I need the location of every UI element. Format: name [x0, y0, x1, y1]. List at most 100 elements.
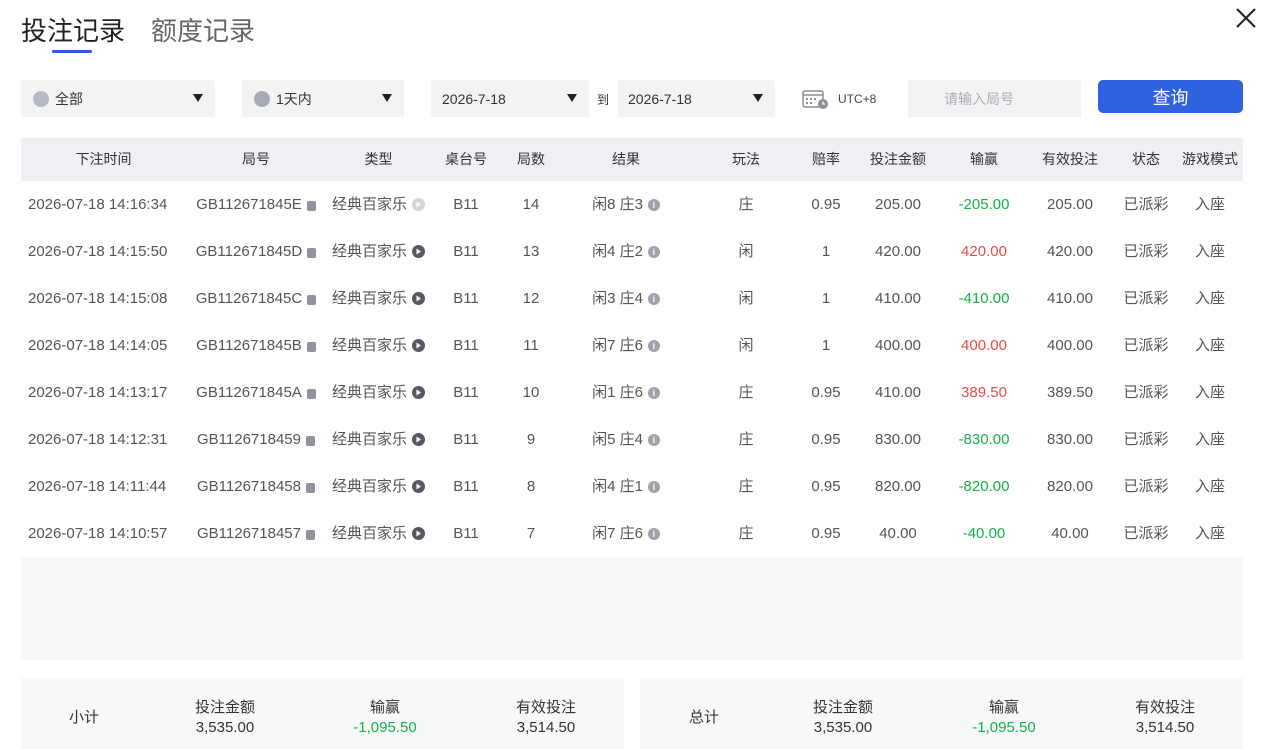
round-number-text: GB112671845B	[196, 337, 302, 354]
tab-bet-records[interactable]: 投注记录	[21, 14, 126, 53]
cell-table: B11	[453, 431, 479, 448]
play-replay-icon[interactable]	[412, 198, 425, 211]
subtotal-winloss-value: -1,095.50	[353, 719, 417, 736]
timezone-selector[interactable]: UTC+8	[802, 88, 876, 110]
info-icon[interactable]: i	[647, 480, 660, 493]
cell-num: 7	[526, 525, 536, 542]
info-icon[interactable]: i	[647, 339, 660, 352]
close-button[interactable]	[1234, 6, 1258, 30]
cell-winloss: 389.50	[961, 384, 1007, 401]
info-icon[interactable]: i	[647, 245, 660, 258]
cell-winloss: -820.00	[958, 478, 1010, 495]
cell-amount: 40.00	[879, 525, 917, 542]
chevron-down-icon	[193, 94, 203, 102]
play-replay-icon[interactable]	[412, 480, 425, 493]
cell-amount: 420.00	[875, 243, 921, 260]
cell-game-type: 经典百家乐	[326, 181, 431, 228]
time-range-select[interactable]: 1天内	[242, 80, 404, 117]
cell-round-number: GB112671845E	[186, 181, 326, 228]
copy-icon[interactable]	[306, 200, 316, 211]
copy-icon[interactable]	[307, 247, 317, 258]
table-header: 下注时间 局号 类型 桌台号 局数 结果 玩法 赔率 投注金额 输赢 有效投注 …	[21, 138, 1243, 181]
result-text: 闲4 庄1	[592, 478, 643, 495]
info-icon[interactable]: i	[647, 527, 660, 540]
cell-game-type: 经典百家乐	[326, 275, 431, 322]
cell-odds: 0.95	[811, 384, 841, 401]
cell-valid: 400.00	[1047, 337, 1093, 354]
cell-winloss: -830.00	[958, 431, 1010, 448]
round-number-text: GB1126718459	[197, 431, 301, 448]
tab-credit-records-label: 额度记录	[151, 16, 256, 46]
play-replay-icon[interactable]	[412, 339, 425, 352]
date-from-select[interactable]: 2026-7-18	[431, 80, 589, 117]
subtotal-label: 小计	[69, 709, 100, 726]
copy-icon[interactable]	[307, 294, 317, 305]
cell-status: 已派彩	[1123, 243, 1169, 260]
column-header-amount: 投注金额	[870, 151, 926, 167]
copy-icon[interactable]	[306, 388, 316, 399]
cell-result: 闲7 庄6 i	[561, 322, 691, 369]
cell-result: 闲7 庄6 i	[561, 510, 691, 557]
cell-num: 13	[522, 243, 540, 260]
game-type-text: 经典百家乐	[331, 243, 407, 260]
column-header-time: 下注时间	[75, 151, 132, 167]
total-amount: 投注金额 3,535.00	[783, 696, 903, 736]
column-header-round-count: 局数	[517, 151, 545, 167]
total-winloss: 输赢 -1,095.50	[944, 696, 1064, 736]
cell-status: 已派彩	[1123, 431, 1169, 448]
cell-bet: 闲	[738, 243, 754, 260]
tab-bet-records-label: 投注记录	[21, 16, 126, 46]
cell-game-type: 经典百家乐	[326, 322, 431, 369]
cell-status: 已派彩	[1123, 196, 1169, 213]
subtotal-valid: 有效投注 3,514.50	[486, 696, 606, 736]
cell-result: 闲5 庄4 i	[561, 416, 691, 463]
query-button[interactable]: 查询	[1098, 80, 1243, 113]
total-amount-label: 投注金额	[812, 699, 873, 716]
cell-amount: 400.00	[875, 337, 921, 354]
total-valid: 有效投注 3,514.50	[1105, 696, 1225, 736]
result-text: 闲8 庄3	[592, 196, 643, 213]
table-row: 2026-07-18 14:15:50 GB112671845D 经典百家乐 B11 1…	[21, 228, 1243, 275]
tab-credit-records[interactable]: 额度记录	[151, 14, 255, 48]
play-replay-icon[interactable]	[412, 527, 425, 540]
subtotal-winloss: 输赢 -1,095.50	[325, 696, 445, 736]
copy-icon[interactable]	[305, 529, 315, 540]
table-row: 2026-07-18 14:10:57 GB1126718457 经典百家乐 B11 7…	[21, 510, 1243, 557]
cell-table: B11	[453, 196, 479, 213]
cell-bet-time: 2026-07-18 14:12:31	[28, 431, 168, 448]
cell-winloss: -205.00	[958, 196, 1010, 213]
play-replay-icon[interactable]	[412, 433, 425, 446]
cell-table: B11	[453, 337, 479, 354]
column-header-result: 结果	[612, 151, 640, 167]
cell-result: 闲8 庄3 i	[561, 181, 691, 228]
cell-bet: 闲	[738, 337, 754, 354]
info-icon[interactable]: i	[647, 292, 660, 305]
cell-table: B11	[453, 478, 479, 495]
info-icon[interactable]: i	[647, 386, 660, 399]
cell-status: 已派彩	[1123, 337, 1169, 354]
play-replay-icon[interactable]	[412, 292, 425, 305]
info-icon[interactable]: i	[647, 433, 660, 446]
game-type-text: 经典百家乐	[331, 525, 407, 542]
cell-num: 14	[522, 196, 540, 213]
result-text: 闲1 庄6	[592, 384, 643, 401]
copy-icon[interactable]	[306, 341, 316, 352]
cell-mode: 入座	[1194, 196, 1225, 213]
game-type-select[interactable]: 全部	[21, 80, 215, 117]
subtotal-valid-value: 3,514.50	[516, 719, 576, 736]
play-replay-icon[interactable]	[412, 245, 425, 258]
table-row: 2026-07-18 14:14:05 GB112671845B 经典百家乐 B11 1…	[21, 322, 1243, 369]
cell-amount: 820.00	[875, 478, 921, 495]
cell-bet-time: 2026-07-18 14:11:44	[28, 478, 167, 495]
play-replay-icon[interactable]	[412, 386, 425, 399]
subtotal-valid-label: 有效投注	[515, 699, 576, 716]
subtotal-panel: 小计 投注金额 3,535.00 输赢 -1,095.50 有效投注 3,514…	[21, 678, 624, 749]
copy-icon[interactable]	[305, 482, 315, 493]
table-row: 2026-07-18 14:16:34 GB112671845E 经典百家乐 B11 1…	[21, 181, 1243, 228]
round-number-input[interactable]	[908, 80, 1081, 117]
column-header-status: 状态	[1132, 151, 1160, 167]
copy-icon[interactable]	[305, 435, 315, 446]
cell-round-number: GB1126718458	[186, 463, 326, 510]
info-icon[interactable]: i	[647, 198, 660, 211]
date-to-select[interactable]: 2026-7-18	[618, 80, 775, 117]
